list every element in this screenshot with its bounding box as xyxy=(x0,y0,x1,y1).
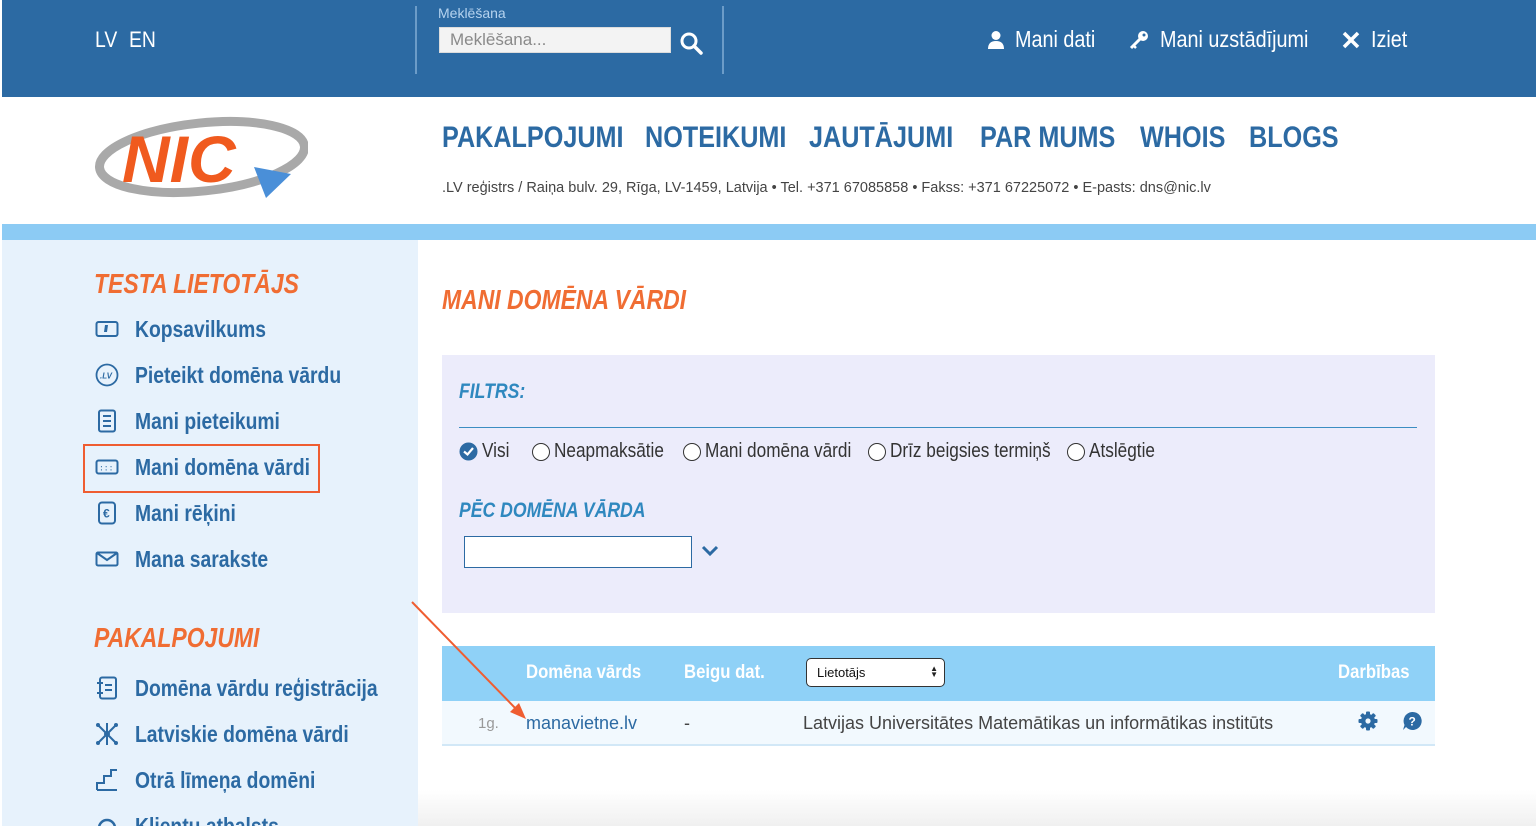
sidebar-item-label: Otrā līmeņa domēni xyxy=(135,766,316,793)
summary-icon xyxy=(94,316,120,342)
sidebar-item-kopsavilkums[interactable]: Kopsavilkums xyxy=(94,314,291,344)
svg-text:€: € xyxy=(103,507,110,521)
invoice-icon: € xyxy=(94,500,120,526)
sidebar-item-label: Klientu atbalsts xyxy=(135,812,279,826)
page-title: MANI DOMĒNA VĀRDI xyxy=(442,284,687,315)
my-settings-label: Mani uzstādījumi xyxy=(1160,26,1309,52)
radio-label: Atslēgtie xyxy=(1089,440,1155,462)
radio-label: Neapmaksātie xyxy=(554,440,664,462)
page-fade xyxy=(418,790,1536,826)
radio-label: Drīz beigsies termiņš xyxy=(890,440,1051,462)
key-icon xyxy=(1129,30,1148,49)
lv-domain-icon: .LV xyxy=(94,362,120,388)
support-icon xyxy=(94,813,120,826)
nav-jautajumi[interactable]: JAUTĀJUMI xyxy=(809,121,953,155)
filter-heading: FILTRS: xyxy=(459,380,526,403)
registration-icon xyxy=(94,675,120,701)
column-header-domain[interactable]: Domēna vārds xyxy=(526,662,641,684)
nic-logo[interactable]: NIC xyxy=(94,112,308,204)
select-arrows-icon: ▲ ▼ xyxy=(930,664,938,679)
nav-blogs[interactable]: BLOGS xyxy=(1249,121,1339,155)
nav-noteikumi[interactable]: NOTEIKUMI xyxy=(645,121,786,155)
user-icon xyxy=(988,30,1004,49)
stairs-icon xyxy=(94,767,120,793)
contact-address: .LV reģistrs / Raiņa bulv. 29, Rīga, LV-… xyxy=(442,180,1211,196)
chevron-down-icon[interactable] xyxy=(700,543,720,559)
filter-radio-visi[interactable]: Visi xyxy=(459,440,514,463)
filter-panel xyxy=(442,355,1435,613)
sidebar-item-label: Kopsavilkums xyxy=(135,315,267,342)
role-select[interactable]: Lietotājs ▲ ▼ xyxy=(806,658,945,687)
radio-button xyxy=(532,442,550,461)
sidebar-item-label: Latviskie domēna vārdi xyxy=(135,720,349,747)
column-header-end-date[interactable]: Beigu dat. xyxy=(684,662,765,684)
divider xyxy=(459,427,1417,428)
header-strip xyxy=(2,224,1536,240)
search-icon[interactable] xyxy=(679,31,703,55)
search-label: Meklēšana xyxy=(438,5,506,21)
divider xyxy=(415,6,417,74)
envelope-icon xyxy=(94,546,120,572)
period-cell: 1g. xyxy=(478,715,499,732)
nav-par-mums[interactable]: PAR MUMS xyxy=(980,121,1115,155)
list-document-icon xyxy=(94,408,120,434)
sidebar-item-domena-vardu-registracija[interactable]: Domēna vārdu reģistrācija xyxy=(94,673,424,703)
sidebar-item-mani-pieteikumi[interactable]: Mani pieteikumi xyxy=(94,406,308,436)
user-heading: TESTA LIETOTĀJS xyxy=(94,268,299,299)
sidebar-item-otra-limena-domeni[interactable]: Otrā līmeņa domēni xyxy=(94,765,350,795)
sidebar-item-label: Domēna vārdu reģistrācija xyxy=(135,674,378,701)
filter-radio-driz-beigsies[interactable]: Drīz beigsies termiņš xyxy=(868,440,1077,463)
domain-filter-input[interactable] xyxy=(464,536,692,568)
by-domain-heading: PĒC DOMĒNA VĀRDA xyxy=(459,499,646,522)
role-select-value: Lietotājs xyxy=(817,665,866,680)
logout-label: Iziet xyxy=(1371,26,1408,52)
radio-label: Mani domēna vārdi xyxy=(705,440,852,462)
logout-link[interactable]: Iziet xyxy=(1341,26,1413,53)
nav-pakalpojumi[interactable]: PAKALPOJUMI xyxy=(442,121,624,155)
filter-radio-atslegtie[interactable]: Atslēgtie xyxy=(1067,440,1166,463)
my-data-label: Mani dati xyxy=(1015,26,1096,52)
sidebar-item-mani-rekini[interactable]: € Mani rēķini xyxy=(94,498,255,528)
logo-text: NIC xyxy=(122,122,237,196)
end-date-cell: - xyxy=(684,713,690,733)
svg-text:.LV: .LV xyxy=(100,372,113,381)
search-input[interactable] xyxy=(439,27,671,53)
lang-lv[interactable]: LV xyxy=(95,27,117,53)
checked-radio-icon xyxy=(459,442,478,461)
sidebar-item-latviskie-domena-vardi[interactable]: Latviskie domēna vārdi xyxy=(94,719,389,749)
radio-button xyxy=(868,442,886,461)
owner-cell: Latvijas Universitātes Matemātikas un in… xyxy=(803,713,1274,733)
radio-label: Visi xyxy=(482,440,510,462)
sidebar-item-mana-sarakste[interactable]: Mana sarakste xyxy=(94,544,294,574)
sidebar-item-label: Mani rēķini xyxy=(135,499,236,526)
help-icon[interactable]: ? xyxy=(1402,711,1422,731)
divider xyxy=(722,6,724,74)
my-settings-link[interactable]: Mani uzstādījumi xyxy=(1128,26,1333,53)
nav-whois[interactable]: WHOIS xyxy=(1140,121,1225,155)
sidebar-item-pieteikt-domena-vardu[interactable]: .LV Pieteikt domēna vārdu xyxy=(94,360,380,390)
filter-radio-mani-domena-vardi[interactable]: Mani domēna vārdi xyxy=(683,440,875,463)
column-header-actions: Darbības xyxy=(1338,662,1410,683)
highlight-annotation xyxy=(83,444,320,493)
sidebar-item-klientu-atbalsts[interactable]: Klientu atbalsts xyxy=(94,811,306,826)
network-icon xyxy=(94,721,120,747)
services-heading: PAKALPOJUMI xyxy=(94,622,260,653)
my-data-link[interactable]: Mani dati xyxy=(987,26,1108,53)
radio-button xyxy=(1067,442,1085,461)
sidebar-item-label: Mani pieteikumi xyxy=(135,407,280,434)
sidebar-item-label: Mana sarakste xyxy=(135,545,269,572)
gear-icon[interactable] xyxy=(1358,711,1378,731)
lang-en[interactable]: EN xyxy=(129,27,156,53)
filter-radio-neapmaksatie[interactable]: Neapmaksātie xyxy=(532,440,682,463)
sidebar-item-label: Pieteikt domēna vārdu xyxy=(135,361,342,388)
close-icon xyxy=(1342,31,1360,48)
domain-link[interactable]: manavietne.lv xyxy=(526,713,637,734)
radio-button xyxy=(683,442,701,461)
svg-text:?: ? xyxy=(1409,715,1416,729)
